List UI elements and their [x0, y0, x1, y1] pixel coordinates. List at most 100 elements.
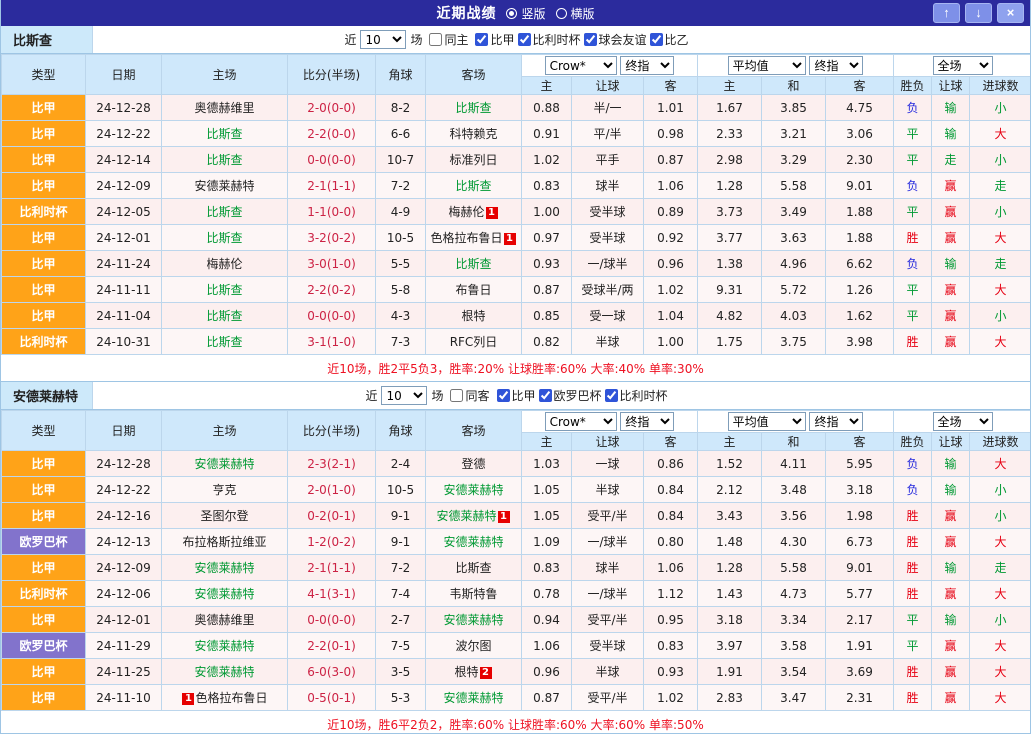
score-cell[interactable]: 2-2(0-1) [288, 633, 376, 659]
score-cell[interactable]: 4-1(3-1) [288, 581, 376, 607]
away-team-cell[interactable]: 比斯查 [426, 251, 522, 277]
league-filter[interactable]: 球会友谊 [584, 31, 647, 48]
score-cell[interactable]: 1-2(0-2) [288, 529, 376, 555]
home-team-cell[interactable]: 圣图尔登 [162, 503, 288, 529]
average-select[interactable]: 平均值 [728, 56, 806, 75]
layout-radio-horizontal[interactable]: 横版 [556, 5, 595, 22]
final-euro-select[interactable]: 终指 [809, 56, 863, 75]
away-team-cell[interactable]: 安德莱赫特 [426, 607, 522, 633]
close-button[interactable]: × [997, 3, 1024, 23]
same-venue-filter[interactable]: 同客 [450, 387, 489, 404]
final-euro-select[interactable]: 终指 [809, 412, 863, 431]
away-team-cell[interactable]: 波尔图 [426, 633, 522, 659]
away-team-cell[interactable]: 安德莱赫特 [426, 685, 522, 711]
score-cell[interactable]: 2-0(1-0) [288, 477, 376, 503]
home-team-cell[interactable]: 1色格拉布鲁日 [162, 685, 288, 711]
home-team-cell[interactable]: 奥德赫维里 [162, 95, 288, 121]
league-checkbox[interactable] [518, 33, 531, 46]
league-checkbox[interactable] [539, 389, 552, 402]
home-team-cell[interactable]: 安德莱赫特 [162, 451, 288, 477]
score-cell[interactable]: 0-5(0-1) [288, 685, 376, 711]
score-cell[interactable]: 3-2(0-2) [288, 225, 376, 251]
league-checkbox[interactable] [605, 389, 618, 402]
home-team-cell[interactable]: 布拉格斯拉维亚 [162, 529, 288, 555]
score-cell[interactable]: 2-1(1-1) [288, 555, 376, 581]
home-team-cell[interactable]: 奥德赫维里 [162, 607, 288, 633]
date-cell: 24-10-31 [86, 329, 162, 355]
away-team-cell[interactable]: 登德 [426, 451, 522, 477]
bookmaker-select[interactable]: Crow* [545, 412, 617, 431]
league-filter[interactable]: 比乙 [650, 31, 689, 48]
score-cell[interactable]: 1-1(0-0) [288, 199, 376, 225]
match-count-select[interactable]: 10 [381, 386, 427, 405]
euro-away-cell: 9.01 [826, 555, 894, 581]
league-filter[interactable]: 比甲 [497, 387, 536, 404]
average-select[interactable]: 平均值 [728, 412, 806, 431]
home-team-cell[interactable]: 比斯查 [162, 147, 288, 173]
scroll-down-button[interactable]: ↓ [965, 3, 992, 23]
away-team-cell[interactable]: 安德莱赫特1 [426, 503, 522, 529]
handicap-result-cell: 赢 [932, 633, 970, 659]
away-team-cell[interactable]: 安德莱赫特 [426, 477, 522, 503]
same-venue-checkbox[interactable] [450, 389, 463, 402]
score-cell[interactable]: 0-2(0-1) [288, 503, 376, 529]
away-team-cell[interactable]: 比斯查 [426, 173, 522, 199]
home-team-cell[interactable]: 安德莱赫特 [162, 173, 288, 199]
final-odds-select[interactable]: 终指 [620, 56, 674, 75]
score-cell[interactable]: 2-3(2-1) [288, 451, 376, 477]
date-cell: 24-12-05 [86, 199, 162, 225]
league-filter[interactable]: 比甲 [475, 31, 514, 48]
home-team-cell[interactable]: 安德莱赫特 [162, 555, 288, 581]
league-checkbox[interactable] [497, 389, 510, 402]
home-team-cell[interactable]: 安德莱赫特 [162, 581, 288, 607]
home-team-cell[interactable]: 比斯查 [162, 277, 288, 303]
fulltime-select[interactable]: 全场 [933, 412, 993, 431]
league-checkbox[interactable] [650, 33, 663, 46]
league-checkbox[interactable] [584, 33, 597, 46]
home-team-cell[interactable]: 比斯查 [162, 199, 288, 225]
bookmaker-select[interactable]: Crow* [545, 56, 617, 75]
score-cell[interactable]: 6-0(3-0) [288, 659, 376, 685]
home-team-cell[interactable]: 亨克 [162, 477, 288, 503]
score-cell[interactable]: 0-0(0-0) [288, 303, 376, 329]
match-count-select[interactable]: 10 [360, 30, 406, 49]
score-cell[interactable]: 0-0(0-0) [288, 147, 376, 173]
league-filter[interactable]: 欧罗巴杯 [539, 387, 602, 404]
away-team-cell[interactable]: 布鲁日 [426, 277, 522, 303]
final-odds-select[interactable]: 终指 [620, 412, 674, 431]
score-cell[interactable]: 0-0(0-0) [288, 607, 376, 633]
score-cell[interactable]: 2-0(0-0) [288, 95, 376, 121]
away-team-cell[interactable]: 科特赖克 [426, 121, 522, 147]
score-cell[interactable]: 2-2(0-0) [288, 121, 376, 147]
home-team-cell[interactable]: 比斯查 [162, 303, 288, 329]
home-team-cell[interactable]: 安德莱赫特 [162, 659, 288, 685]
euro-away-cell: 6.62 [826, 251, 894, 277]
away-team-cell[interactable]: 色格拉布鲁日1 [426, 225, 522, 251]
away-team-cell[interactable]: 梅赫伦1 [426, 199, 522, 225]
score-cell[interactable]: 3-0(1-0) [288, 251, 376, 277]
scroll-up-button[interactable]: ↑ [933, 3, 960, 23]
score-cell[interactable]: 2-2(0-2) [288, 277, 376, 303]
away-team-cell[interactable]: RFC列日 [426, 329, 522, 355]
away-team-cell[interactable]: 韦斯特鲁 [426, 581, 522, 607]
away-team-cell[interactable]: 根特2 [426, 659, 522, 685]
layout-radio-vertical[interactable]: 竖版 [506, 5, 545, 22]
home-team-cell[interactable]: 比斯查 [162, 225, 288, 251]
league-filter[interactable]: 比利时杯 [518, 31, 581, 48]
home-team-cell[interactable]: 比斯查 [162, 121, 288, 147]
league-filter[interactable]: 比利时杯 [605, 387, 668, 404]
away-team-cell[interactable]: 比斯查 [426, 555, 522, 581]
home-team-cell[interactable]: 梅赫伦 [162, 251, 288, 277]
league-checkbox[interactable] [475, 33, 488, 46]
score-cell[interactable]: 2-1(1-1) [288, 173, 376, 199]
same-venue-filter[interactable]: 同主 [429, 31, 468, 48]
score-cell[interactable]: 3-1(1-0) [288, 329, 376, 355]
away-team-cell[interactable]: 安德莱赫特 [426, 529, 522, 555]
fulltime-select[interactable]: 全场 [933, 56, 993, 75]
away-team-cell[interactable]: 比斯查 [426, 95, 522, 121]
away-team-cell[interactable]: 根特 [426, 303, 522, 329]
away-team-cell[interactable]: 标准列日 [426, 147, 522, 173]
home-team-cell[interactable]: 比斯查 [162, 329, 288, 355]
same-venue-checkbox[interactable] [429, 33, 442, 46]
home-team-cell[interactable]: 安德莱赫特 [162, 633, 288, 659]
